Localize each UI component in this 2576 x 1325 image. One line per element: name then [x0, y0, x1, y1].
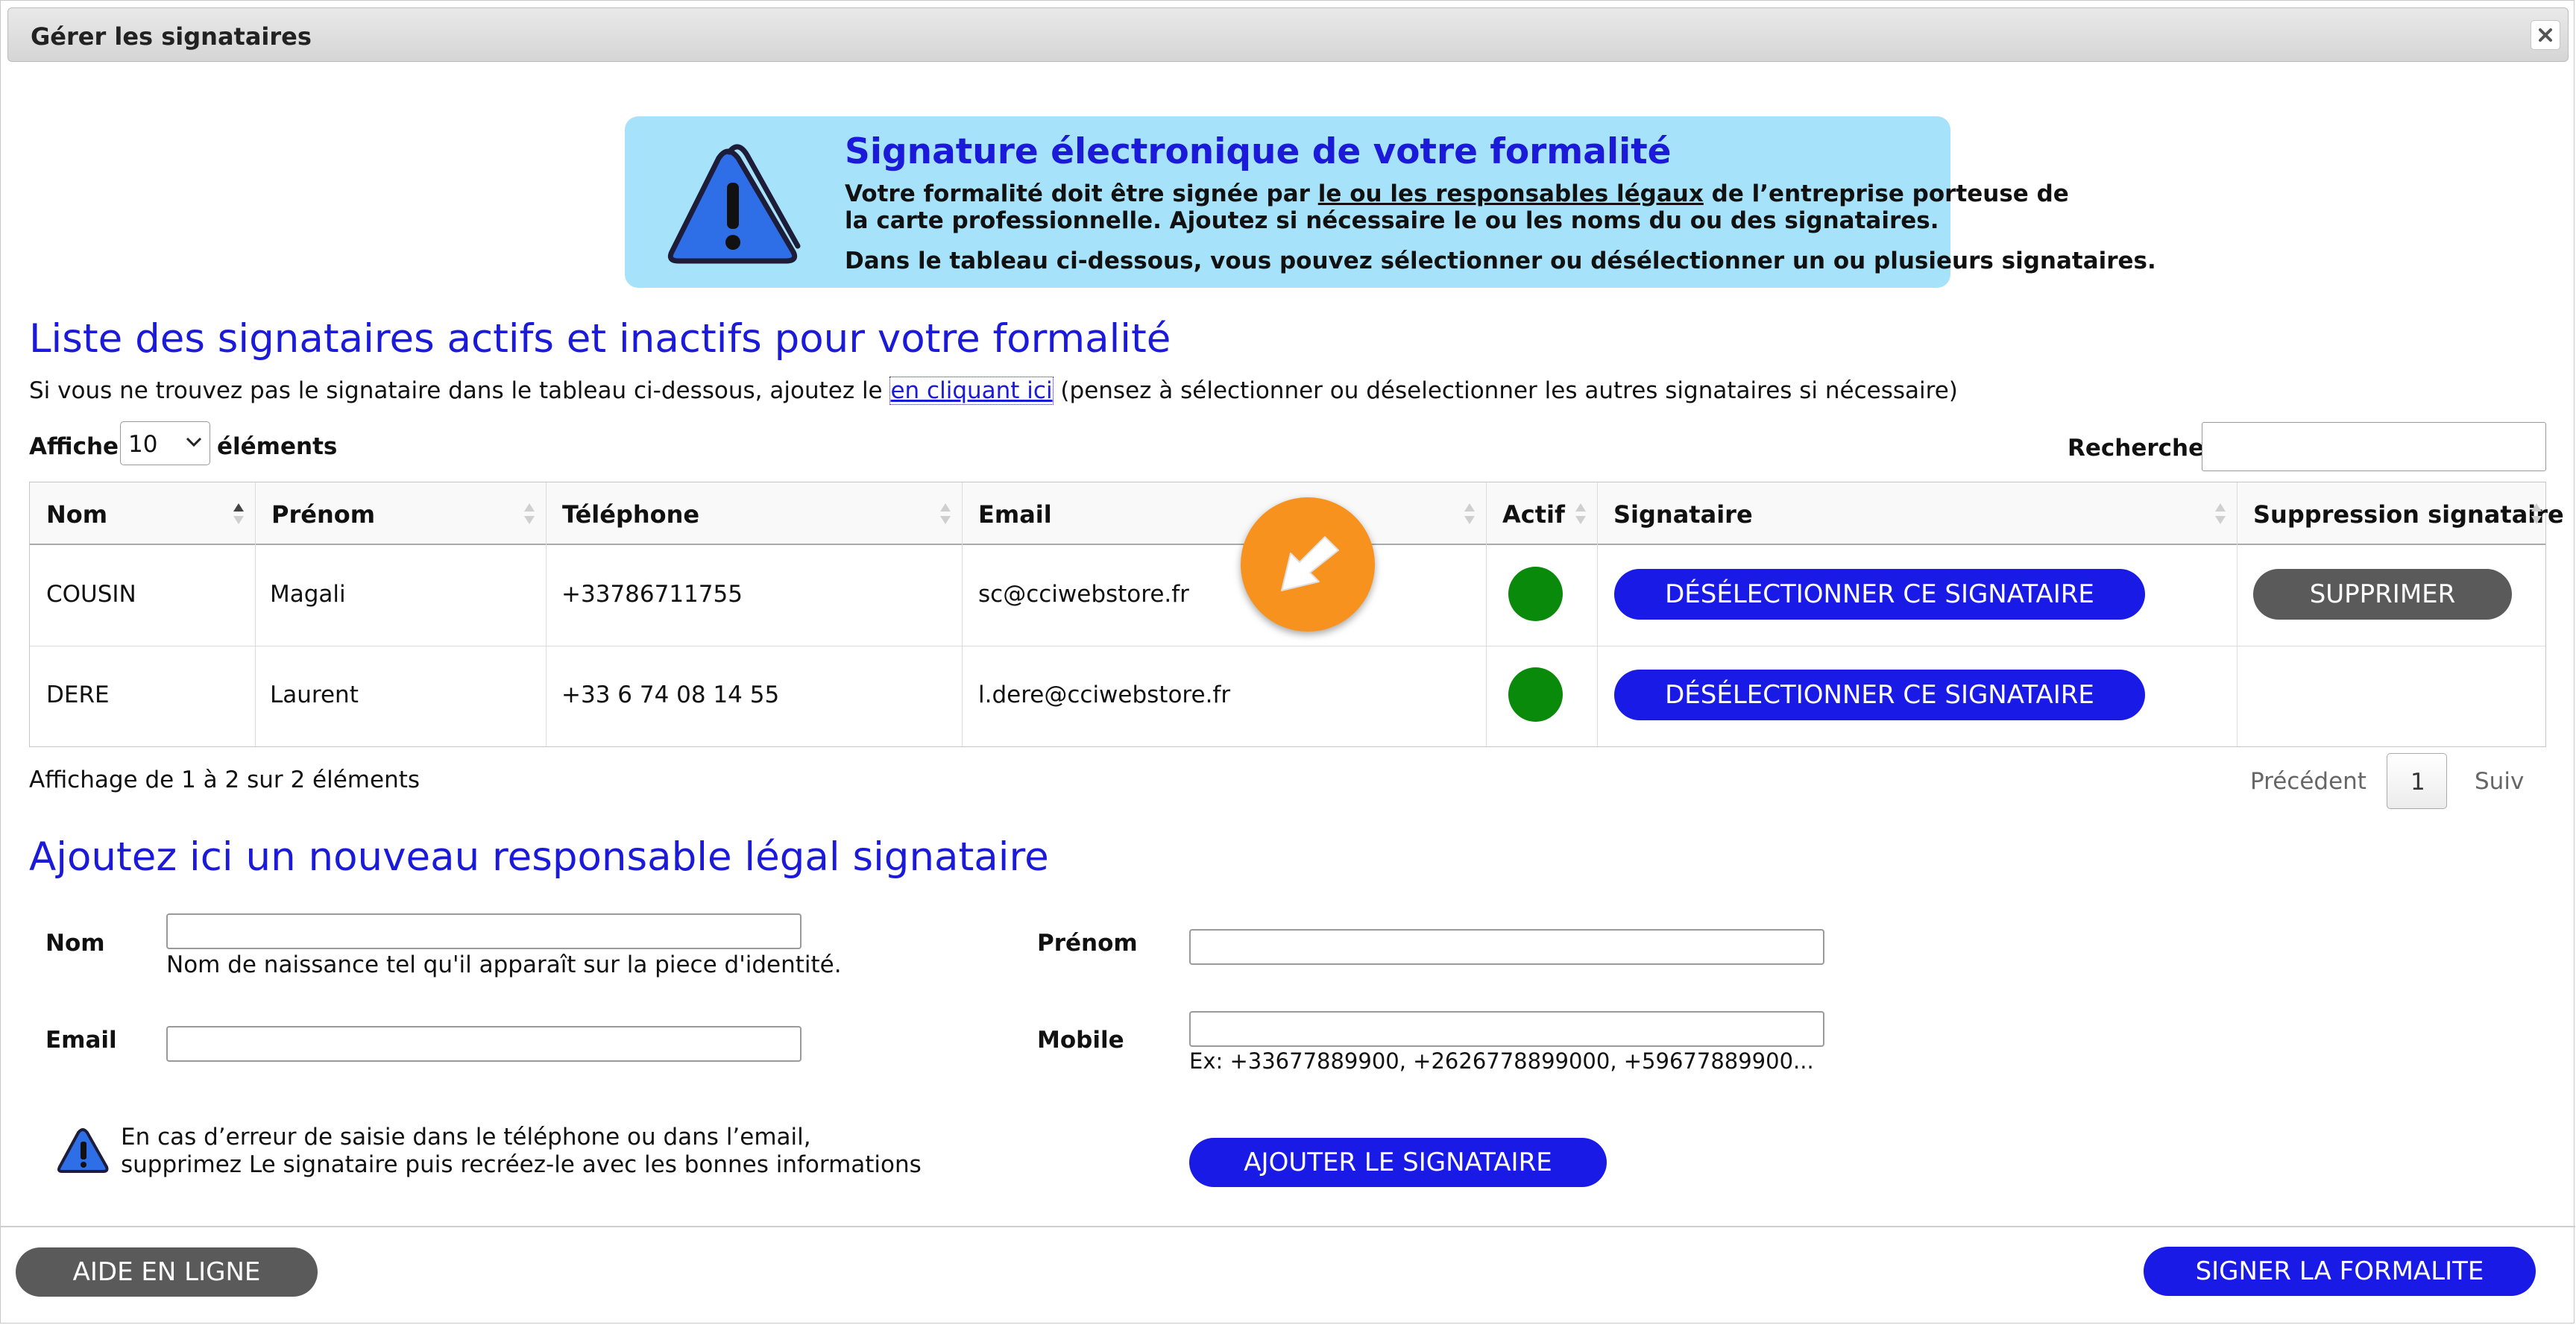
- column-label: Email: [978, 500, 1052, 529]
- sort-icon: [940, 503, 951, 524]
- column-header-telephone[interactable]: Téléphone: [546, 482, 962, 545]
- cell-email: l.dere@cciwebstore.fr: [978, 682, 1231, 708]
- column-header-email[interactable]: Email: [962, 482, 1486, 545]
- sort-icon: [233, 503, 244, 524]
- pagination-previous[interactable]: Précédent: [2250, 768, 2366, 795]
- column-label: Actif: [1502, 500, 1565, 529]
- mobile-help: Ex: +33677889900, +2626778899000, +59677…: [1189, 1048, 1814, 1074]
- column-label: Téléphone: [562, 500, 700, 529]
- cursor-arrow-icon: [1281, 536, 1339, 591]
- prenom-input[interactable]: [1189, 929, 1824, 965]
- cell-nom: COUSIN: [46, 581, 136, 608]
- email-label: Email: [45, 1027, 117, 1054]
- cell-telephone: +33786711755: [561, 581, 743, 608]
- close-button[interactable]: [2531, 20, 2560, 50]
- dialog-title: Gérer les signataires: [31, 22, 312, 51]
- mobile-input[interactable]: [1189, 1011, 1824, 1047]
- alert-line-1-end: de l’entreprise porteuse de: [1703, 180, 2069, 207]
- cell-telephone: +33 6 74 08 14 55: [561, 682, 780, 708]
- column-header-suppression[interactable]: Suppression signataire: [2237, 482, 2564, 545]
- pagination-page-1[interactable]: 1: [2387, 753, 2447, 809]
- cell-nom: DERE: [46, 682, 110, 708]
- page-number: 1: [2410, 769, 2425, 796]
- chevron-down-icon: [186, 437, 202, 447]
- cell-prenom: Laurent: [270, 682, 359, 708]
- column-label: Suppression signataire: [2253, 500, 2564, 529]
- sort-icon: [1575, 503, 1586, 524]
- close-icon: [2539, 28, 2552, 42]
- prenom-label: Prénom: [1037, 930, 1138, 957]
- table-row: DERE Laurent +33 6 74 08 14 55 l.dere@cc…: [30, 646, 2545, 747]
- legal-responsible-link[interactable]: le ou les responsables légaux: [1318, 180, 1704, 207]
- sort-icon: [1464, 503, 1475, 524]
- alert-line-1-text: Votre formalité doit être signée par: [845, 180, 1318, 207]
- intro-text: Si vous ne trouvez pas le signataire dan…: [29, 377, 890, 404]
- active-status-dot: [1508, 667, 1563, 722]
- deselect-signatory-button[interactable]: DÉSÉLECTIONNER CE SIGNATAIRE: [1614, 569, 2145, 620]
- alert-title: Signature électronique de votre formalit…: [845, 131, 1672, 172]
- warning-line-2: supprimez Le signataire puis recréez-le …: [121, 1151, 922, 1178]
- warning-line-1: En cas d’erreur de saisie dans le téléph…: [121, 1124, 811, 1151]
- sort-icon: [2531, 503, 2542, 524]
- column-header-actif[interactable]: Actif: [1486, 482, 1597, 545]
- dialog-titlebar[interactable]: Gérer les signataires: [7, 7, 2569, 62]
- pagination-next[interactable]: Suiv: [2475, 768, 2524, 795]
- column-label: Nom: [46, 500, 108, 529]
- sign-formality-button[interactable]: SIGNER LA FORMALITE: [2144, 1247, 2536, 1296]
- add-signatory-button[interactable]: AJOUTER LE SIGNATAIRE: [1189, 1138, 1607, 1187]
- alert-line-2: la carte professionnelle. Ajoutez si néc…: [845, 207, 1939, 234]
- footer-divider: [1, 1226, 2575, 1227]
- manage-signatories-dialog: Gérer les signataires Signature électron…: [0, 0, 2575, 1324]
- nom-help: Nom de naissance tel qu'il apparaît sur …: [166, 951, 842, 978]
- page-size-value: 10: [128, 431, 158, 458]
- form-heading: Ajoutez ici un nouveau responsable légal…: [29, 834, 1049, 880]
- cell-email: sc@cciwebstore.fr: [978, 581, 1189, 608]
- warning-triangle-icon: [57, 1128, 109, 1173]
- column-header-prenom[interactable]: Prénom: [255, 482, 546, 545]
- online-help-button[interactable]: AIDE EN LIGNE: [16, 1247, 318, 1297]
- column-label: Prénom: [271, 500, 376, 529]
- nom-label: Nom: [45, 930, 105, 957]
- column-header-nom[interactable]: Nom: [30, 482, 255, 545]
- mobile-label: Mobile: [1037, 1027, 1124, 1054]
- email-input[interactable]: [166, 1026, 802, 1062]
- sort-icon: [2215, 503, 2226, 524]
- warning-triangle-icon: [667, 144, 801, 264]
- active-status-dot: [1508, 567, 1563, 621]
- signature-alert-box: Signature électronique de votre formalit…: [625, 116, 2156, 288]
- column-header-signataire[interactable]: Signataire: [1597, 482, 2237, 545]
- deselect-signatory-button[interactable]: DÉSÉLECTIONNER CE SIGNATAIRE: [1614, 670, 2145, 720]
- nom-input[interactable]: [166, 913, 802, 949]
- show-label: Afficher: [29, 433, 130, 460]
- search-input[interactable]: [2202, 422, 2546, 471]
- elements-label: éléments: [217, 433, 338, 460]
- intro-text-end: (pensez à sélectionner ou déselectionner…: [1053, 377, 1958, 404]
- page-size-select[interactable]: 10: [120, 421, 210, 465]
- sort-icon: [524, 503, 535, 524]
- table-info: Affichage de 1 à 2 sur 2 éléments: [29, 767, 421, 793]
- add-signatory-link[interactable]: en cliquant ici: [889, 377, 1054, 405]
- alert-line-1: Votre formalité doit être signée par le …: [845, 180, 2069, 207]
- alert-line-3: Dans le tableau ci-dessous, vous pouvez …: [845, 248, 2156, 274]
- cursor-indicator: [1241, 497, 1375, 632]
- column-label: Signataire: [1613, 500, 1753, 529]
- delete-signatory-button[interactable]: SUPPRIMER: [2253, 569, 2512, 620]
- cell-prenom: Magali: [270, 581, 346, 608]
- list-heading: Liste des signataires actifs et inactifs…: [29, 316, 1171, 362]
- list-intro: Si vous ne trouvez pas le signataire dan…: [29, 377, 1958, 405]
